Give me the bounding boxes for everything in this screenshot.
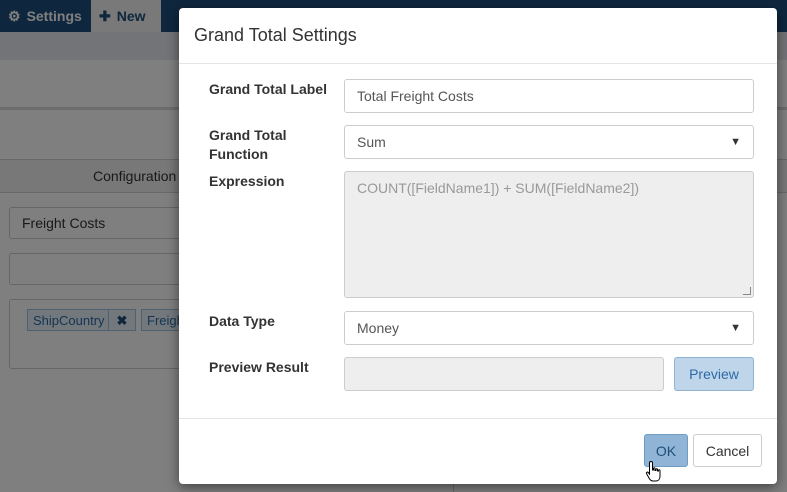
resize-handle-icon[interactable] [743,287,751,295]
data-type-select[interactable]: Money ▼ [344,311,754,345]
preview-result-label: Preview Result [209,359,309,375]
preview-result-field [344,357,664,391]
dialog-header: Grand Total Settings [179,8,777,64]
grand-total-function-label: Grand Total Function [209,127,287,162]
dialog-title: Grand Total Settings [194,25,357,45]
cancel-button[interactable]: Cancel [693,434,762,467]
grand-total-settings-dialog: Grand Total Settings Grand Total Label T… [179,8,777,484]
preview-button[interactable]: Preview [674,357,754,391]
grand-total-function-select[interactable]: Sum ▼ [344,125,754,159]
data-type-label: Data Type [209,313,275,329]
expression-textarea[interactable]: COUNT([FieldName1]) + SUM([FieldName2]) [344,171,754,298]
expression-placeholder: COUNT([FieldName1]) + SUM([FieldName2]) [357,180,639,196]
dropdown-caret-icon: ▼ [730,322,741,334]
function-selected-value: Sum [357,134,386,150]
grand-total-label-label: Grand Total Label [209,81,327,97]
grand-total-label-input[interactable]: Total Freight Costs [344,79,754,113]
expression-label: Expression [209,173,285,189]
dropdown-caret-icon: ▼ [730,136,741,148]
hand-cursor-icon [645,460,661,482]
data-type-selected-value: Money [357,320,400,336]
